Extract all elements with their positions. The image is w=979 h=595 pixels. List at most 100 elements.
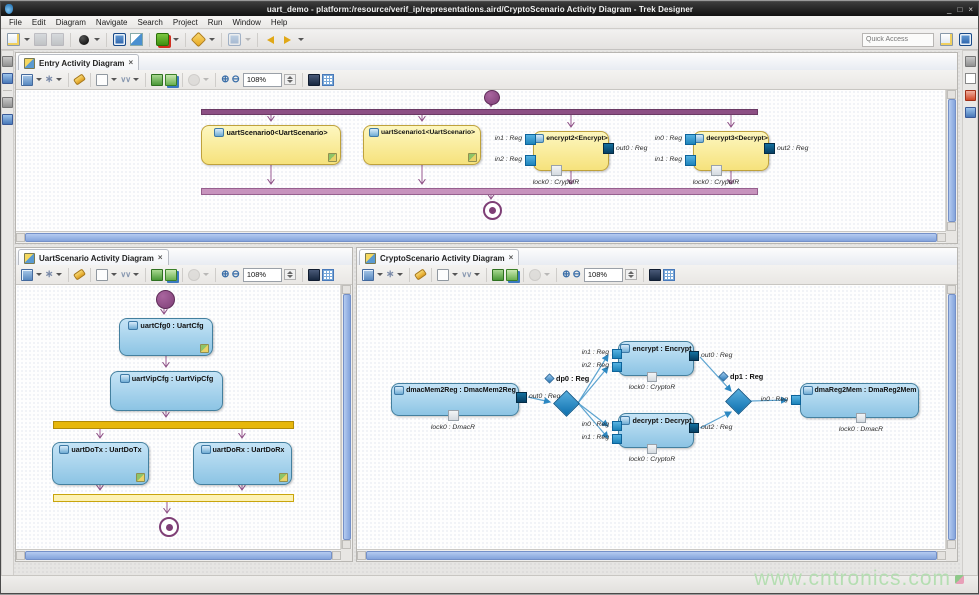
pin-out0[interactable] [603,143,614,154]
minimize-button[interactable]: _ [947,5,951,14]
uart-canvas[interactable]: uartCfg0 : UartCfg uartVipCfg : UartVipC… [16,285,341,549]
close-button[interactable]: × [968,5,973,14]
scroll-down-button[interactable] [947,222,956,231]
scroll-up-button[interactable] [947,285,956,294]
minimized-view-icon[interactable] [965,56,976,67]
arrange-icon[interactable]: ∨∨ [461,271,471,279]
pin-lock0[interactable] [711,165,722,176]
export-image-icon[interactable] [492,269,504,281]
node-uartVipCfg[interactable]: uartVipCfg : UartVipCfg [110,371,223,411]
scroll-thumb[interactable] [948,294,956,540]
zoom-in-icon[interactable]: ⊕ [221,75,229,85]
entry-canvas[interactable]: uartScenario0<UartScenario> uartScenario… [16,90,946,231]
grid-icon[interactable] [322,74,334,86]
export-diagram-icon[interactable] [165,74,177,86]
refresh-icon[interactable]: ∗ [386,270,394,280]
menu-window[interactable]: Window [227,17,265,28]
initial-node[interactable] [156,290,175,309]
pin-out2[interactable] [689,423,699,433]
minimized-view-icon[interactable] [2,56,13,67]
menu-help[interactable]: Help [266,17,292,28]
current-perspective-icon[interactable] [959,33,972,46]
scroll-left-button[interactable] [357,551,366,560]
snapshot-icon[interactable] [308,269,320,281]
shape-style-icon[interactable] [96,269,108,281]
node-uartScenario1[interactable]: uartScenario1<UartScenario> [363,125,481,165]
scroll-thumb[interactable] [25,551,332,560]
export-image-icon[interactable] [151,74,163,86]
new-wizard-icon[interactable] [6,32,21,47]
layout-icon[interactable] [21,74,33,86]
export-image-icon[interactable] [151,269,163,281]
menu-file[interactable]: File [4,17,27,28]
menu-run[interactable]: Run [203,17,228,28]
maximize-button[interactable]: □ [957,5,962,14]
grid-icon[interactable] [322,269,334,281]
tab-uartscenario-activity-diagram[interactable]: UartScenario Activity Diagram × [18,249,169,266]
node-encrypt2[interactable]: encrypt2<Encrypt> [533,131,609,171]
pin-in1[interactable] [525,134,536,145]
save-all-icon[interactable] [50,32,65,47]
pin-lock0[interactable] [647,444,657,454]
crypto-canvas[interactable]: dmacMem2Reg : DmacMem2Reg out0 : Reg loc… [357,285,946,549]
arrange-icon[interactable]: ∨∨ [120,271,130,279]
pin-in0[interactable] [612,421,622,431]
close-icon[interactable]: × [158,254,163,262]
shape-style-icon[interactable] [96,74,108,86]
pin-in2[interactable] [612,362,622,372]
uart-hscrollbar[interactable] [16,549,341,561]
entry-hscrollbar[interactable] [16,231,946,243]
properties-view-icon[interactable] [965,107,976,118]
refresh-dropdown-icon[interactable] [56,78,62,81]
final-node[interactable] [159,517,179,537]
zoom-spinner[interactable] [284,269,296,280]
zoom-out-icon[interactable]: ⊖ [232,75,240,85]
node-encrypt[interactable]: encrypt : Encrypt [618,341,694,376]
shape-dropdown-icon[interactable] [111,78,117,81]
pin-in0[interactable] [791,395,801,405]
pin-in2[interactable] [525,155,536,166]
scroll-down-button[interactable] [342,540,351,549]
export-diagram-icon[interactable] [165,269,177,281]
refresh-icon[interactable]: ∗ [45,75,53,85]
launch-icon[interactable] [155,32,170,47]
zoom-spinner[interactable] [625,269,637,280]
wand-dropdown-icon[interactable] [209,38,215,41]
pin-in1[interactable] [685,155,696,166]
zoom-spinner[interactable] [284,74,296,85]
layout-icon[interactable] [21,269,33,281]
edge[interactable] [578,367,608,403]
menu-search[interactable]: Search [133,17,168,28]
run-dropdown-icon[interactable] [94,38,100,41]
grid-icon[interactable] [663,269,675,281]
fork-bar[interactable] [201,109,758,115]
pin-in0[interactable] [685,134,696,145]
node-uartDoTx[interactable]: uartDoTx : UartDoTx [52,442,149,485]
save-icon[interactable] [33,32,48,47]
scroll-right-button[interactable] [332,551,341,560]
pin-lock0[interactable] [551,165,562,176]
decision-dp0[interactable] [554,391,578,415]
final-node[interactable] [483,201,502,220]
quick-access-input[interactable] [862,33,934,47]
scroll-right-button[interactable] [937,233,946,242]
crypto-hscrollbar[interactable] [357,549,946,561]
zoom-out-icon[interactable]: ⊖ [573,270,581,280]
refresh-dropdown-icon[interactable] [56,273,62,276]
refresh-dropdown-icon[interactable] [397,273,403,276]
console-icon[interactable] [112,32,127,47]
pin-out0[interactable] [689,351,699,361]
scroll-left-button[interactable] [16,233,25,242]
arrange-dropdown-icon[interactable] [133,273,139,276]
open-perspective-icon[interactable] [940,33,953,46]
scroll-up-button[interactable] [947,90,956,99]
restore-view-icon[interactable] [2,73,13,84]
close-icon[interactable]: × [129,59,134,67]
pin-in1[interactable] [612,434,622,444]
pin-in1[interactable] [612,349,622,359]
export-diagram-icon[interactable] [506,269,518,281]
outline-view-icon[interactable] [965,73,976,84]
tab-entry-activity-diagram[interactable]: Entry Activity Diagram × [18,54,139,71]
snapshot-icon[interactable] [649,269,661,281]
palette-view-icon[interactable] [965,90,976,101]
